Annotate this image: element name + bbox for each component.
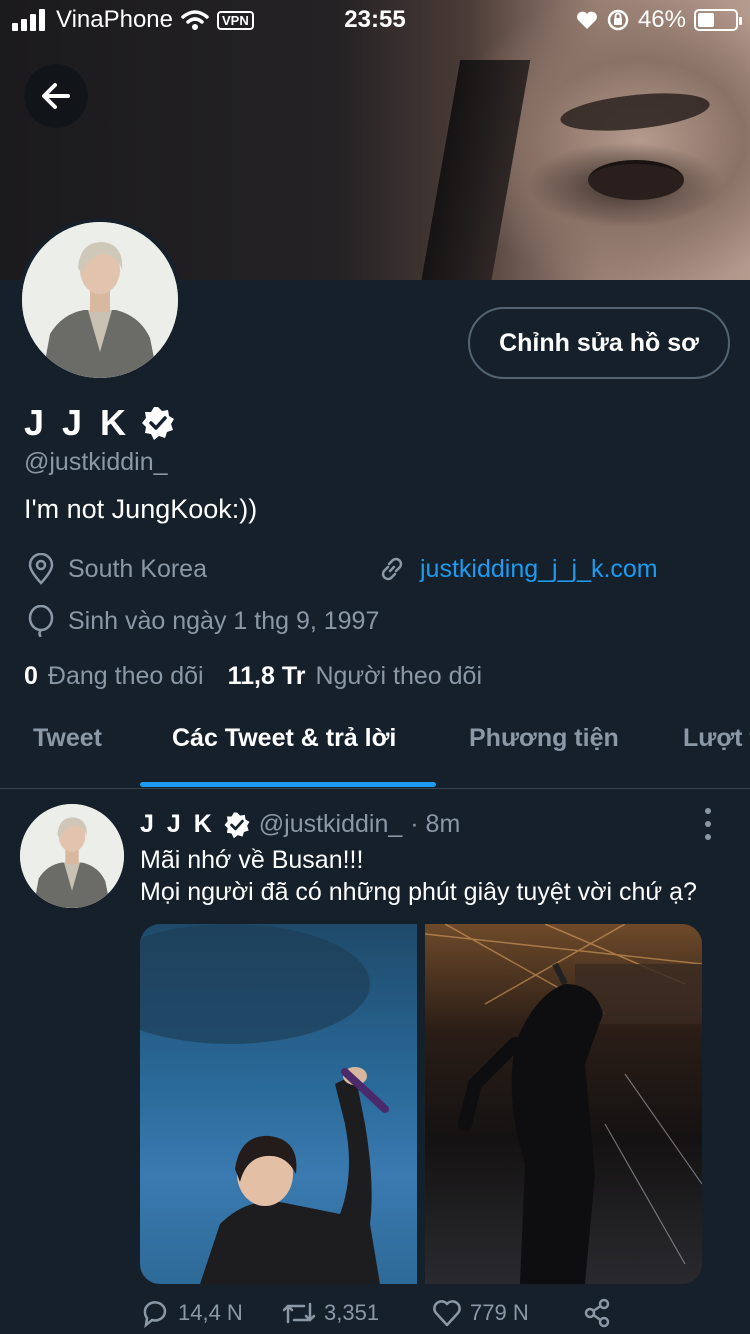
profile-avatar[interactable] (18, 218, 182, 382)
location-row: South Korea (26, 553, 207, 585)
concert-photo-blue (140, 924, 389, 1284)
heart-icon (433, 1300, 461, 1327)
share-icon (584, 1298, 610, 1328)
rotation-lock-icon (607, 9, 629, 31)
verified-badge-icon (142, 407, 175, 440)
tab-tweets-replies[interactable]: Các Tweet & trả lời (172, 724, 396, 753)
reply-button[interactable]: 14,4 N (140, 1298, 282, 1328)
reply-count: 14,4 N (178, 1300, 243, 1325)
reply-icon (143, 1301, 167, 1328)
more-options-icon[interactable] (696, 808, 720, 840)
followers-count[interactable]: 11,8 Tr (228, 662, 306, 691)
share-button[interactable] (582, 1298, 612, 1328)
active-tab-indicator (140, 782, 436, 787)
tweet-photo-2[interactable] (425, 924, 702, 1284)
tweet-actions: 14,4 N 3,351 779 N (140, 1298, 740, 1328)
edit-profile-button[interactable]: Chỉnh sửa hồ sơ (468, 307, 730, 379)
following-count[interactable]: 0 (24, 662, 38, 691)
arrow-left-icon (42, 83, 70, 109)
link-icon (381, 557, 403, 581)
tweet-avatar[interactable] (20, 804, 124, 908)
verified-badge-icon (224, 812, 250, 838)
tab-tweets[interactable]: Tweet (33, 724, 102, 753)
tab-likes[interactable]: Lượt t (683, 724, 750, 753)
profile-name: J J K (24, 402, 131, 443)
retweet-count: 3,351 (324, 1300, 380, 1325)
banner-hair (419, 60, 531, 280)
tweet-timestamp: · 8m (410, 810, 461, 838)
location-pin-icon (28, 553, 54, 585)
profile-handle: @justkiddin_ (24, 448, 168, 476)
tweet-photo-1[interactable] (140, 924, 417, 1284)
tweet-author-name[interactable]: J J K (140, 810, 215, 839)
tweet-text: Mãi nhớ về Busan!!! Mọi người đã có nhữn… (140, 844, 697, 908)
avatar-photo (22, 222, 178, 378)
follow-stats: 0 Đang theo dõi 11,8 Tr Người theo dõi (24, 662, 496, 691)
retweet-icon (282, 1302, 316, 1324)
birthday-text: Sinh vào ngày 1 thg 9, 1997 (68, 606, 380, 635)
followers-label[interactable]: Người theo dõi (315, 662, 482, 691)
status-bar: VinaPhone VPN 23:55 46% (0, 0, 750, 40)
tweet-line-1: Mãi nhớ về Busan!!! (140, 846, 364, 874)
like-count: 779 N (470, 1300, 529, 1325)
tweet-avatar-photo (20, 804, 124, 908)
tweet-line-2: Mọi người đã có những phút giây tuyệt vờ… (140, 878, 697, 906)
battery-percent: 46% (637, 6, 686, 33)
battery-icon (694, 9, 742, 31)
profile-tabs: Tweet Các Tweet & trả lời Phương tiện Lư… (0, 716, 750, 788)
heart-status-icon (577, 11, 597, 29)
following-label[interactable]: Đang theo dõi (48, 662, 204, 691)
tab-media[interactable]: Phương tiện (469, 724, 619, 753)
banner-eyebrow (558, 87, 712, 137)
tweet-author-handle[interactable]: @justkiddin_ (259, 810, 403, 839)
retweet-button[interactable]: 3,351 (282, 1298, 432, 1328)
tabs-divider (0, 788, 750, 789)
location-text: South Korea (68, 554, 207, 583)
website-link[interactable]: justkidding_j_j_k.com (420, 555, 658, 584)
birthday-row: Sinh vào ngày 1 thg 9, 1997 (26, 605, 379, 637)
concert-photo-fireworks (425, 924, 702, 1284)
like-button[interactable]: 779 N (432, 1298, 582, 1328)
profile-bio: I'm not JungKook:)) (24, 494, 258, 524)
website-row[interactable]: justkidding_j_j_k.com (376, 553, 658, 585)
back-button[interactable] (24, 64, 88, 128)
balloon-icon (28, 605, 54, 637)
tweet-header: J J K @justkiddin_ · 8m (140, 810, 460, 839)
banner-eye (588, 160, 684, 200)
